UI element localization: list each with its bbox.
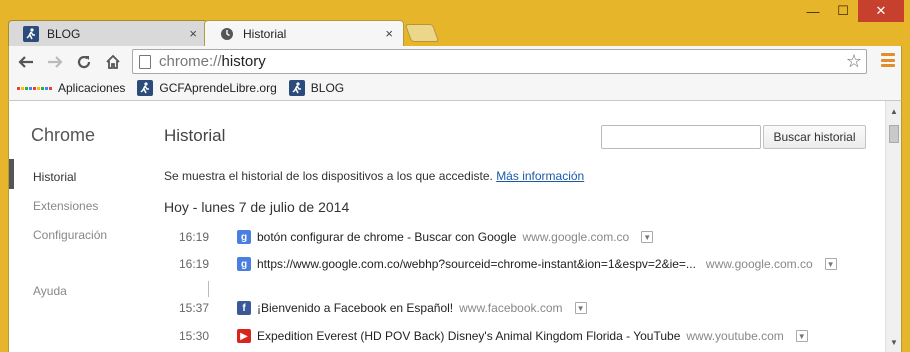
back-icon[interactable] bbox=[15, 51, 37, 73]
search-input[interactable] bbox=[601, 125, 761, 149]
tab-label: BLOG bbox=[47, 26, 81, 41]
google-icon: g bbox=[237, 230, 251, 244]
forward-icon[interactable] bbox=[44, 51, 66, 73]
entry-domain[interactable]: www.youtube.com bbox=[686, 329, 783, 343]
runner-icon bbox=[137, 80, 154, 96]
entry-domain[interactable]: www.google.com.co bbox=[706, 257, 813, 271]
bookmark-label: GCFAprendeLibre.org bbox=[159, 81, 277, 95]
page-content: Chrome Historial Extensiones Configuraci… bbox=[8, 101, 902, 352]
google-icon: g bbox=[237, 257, 251, 271]
apps-icon bbox=[17, 86, 52, 90]
page-title: Historial bbox=[164, 126, 226, 145]
menu-icon[interactable] bbox=[881, 53, 895, 67]
maximize-button[interactable]: ☐ bbox=[828, 0, 858, 22]
bookmark-label: BLOG bbox=[310, 81, 345, 95]
home-icon[interactable] bbox=[102, 51, 124, 73]
entry-time: 16:19 bbox=[178, 257, 209, 271]
scroll-down-icon[interactable]: ▼ bbox=[886, 334, 901, 350]
history-entry[interactable]: 16:19 g https://www.google.com.co/webhp?… bbox=[164, 255, 884, 273]
sidebar-brand: Chrome bbox=[31, 125, 96, 145]
entry-title[interactable]: Expedition Everest (HD POV Back) Disney'… bbox=[257, 329, 680, 343]
search-history-button[interactable]: Buscar historial bbox=[763, 125, 866, 149]
chevron-down-icon[interactable]: ▼ bbox=[795, 330, 808, 342]
selected-marker bbox=[9, 159, 14, 189]
bookmark-blog[interactable]: BLOG bbox=[288, 80, 345, 96]
address-bar[interactable]: chrome://history ☆ bbox=[132, 49, 867, 74]
minimize-button[interactable]: — bbox=[798, 0, 828, 22]
sidebar: Chrome Historial Extensiones Configuraci… bbox=[9, 101, 149, 352]
tab-close-icon[interactable]: × bbox=[385, 26, 393, 41]
tab-historial[interactable]: Historial × bbox=[204, 20, 404, 46]
info-message: Se muestra el historial de los dispositi… bbox=[164, 169, 493, 183]
facebook-icon: f bbox=[237, 301, 251, 315]
entry-title[interactable]: https://www.google.com.co/webhp?sourceid… bbox=[257, 257, 696, 271]
runner-icon bbox=[288, 80, 305, 96]
chevron-down-icon[interactable]: ▼ bbox=[824, 258, 837, 270]
close-window-button[interactable]: ✕ bbox=[858, 0, 904, 22]
chevron-down-icon[interactable]: ▼ bbox=[641, 231, 654, 243]
entry-domain[interactable]: www.facebook.com bbox=[459, 301, 562, 315]
entry-time: 16:19 bbox=[178, 230, 209, 244]
history-entry[interactable]: 16:19 g botón configurar de chrome - Bus… bbox=[164, 228, 884, 246]
info-text: Se muestra el historial de los dispositi… bbox=[164, 169, 584, 183]
clock-icon bbox=[219, 26, 235, 42]
entry-time: 15:30 bbox=[178, 329, 209, 343]
tab-strip: BLOG × Historial × bbox=[8, 20, 608, 46]
bookmark-aplicaciones[interactable]: Aplicaciones bbox=[17, 81, 125, 95]
sidebar-item-ayuda[interactable]: Ayuda bbox=[33, 284, 67, 298]
page-icon bbox=[139, 54, 151, 69]
youtube-icon: ▶ bbox=[237, 329, 251, 343]
history-entry[interactable]: 15:37 f ¡Bienvenido a Facebook en Españo… bbox=[164, 299, 884, 317]
runner-icon bbox=[23, 25, 39, 42]
url-host: history bbox=[221, 53, 266, 70]
sidebar-item-extensiones[interactable]: Extensiones bbox=[33, 199, 98, 213]
bookmarks-bar: Aplicaciones GCFAprendeLibre.org BLOG bbox=[8, 76, 902, 101]
tab-close-icon[interactable]: × bbox=[189, 26, 197, 41]
star-icon[interactable]: ☆ bbox=[846, 51, 862, 72]
day-header: Hoy - lunes 7 de julio de 2014 bbox=[164, 199, 350, 215]
entry-time: 15:37 bbox=[178, 301, 209, 315]
bookmark-gcfaprendelibre[interactable]: GCFAprendeLibre.org bbox=[137, 80, 277, 96]
scrollbar[interactable]: ▲ ▼ bbox=[885, 101, 901, 352]
url-scheme: chrome:// bbox=[159, 53, 222, 70]
history-main: Historial Buscar historial Se muestra el… bbox=[164, 101, 884, 352]
new-tab-button[interactable] bbox=[404, 24, 440, 42]
history-entry[interactable]: 15:30 ▶ Expedition Everest (HD POV Back)… bbox=[164, 327, 884, 345]
window-controls: — ☐ ✕ bbox=[798, 0, 904, 22]
scroll-thumb[interactable] bbox=[889, 125, 899, 143]
sidebar-item-historial[interactable]: Historial bbox=[33, 170, 76, 184]
entry-title[interactable]: ¡Bienvenido a Facebook en Español! bbox=[257, 301, 453, 315]
chevron-down-icon[interactable]: ▼ bbox=[574, 302, 587, 314]
more-info-link[interactable]: Más información bbox=[496, 169, 584, 183]
reload-icon[interactable] bbox=[73, 51, 95, 73]
bookmark-label: Aplicaciones bbox=[58, 81, 126, 95]
entry-title[interactable]: botón configurar de chrome - Buscar con … bbox=[257, 230, 516, 244]
tab-label: Historial bbox=[243, 26, 287, 41]
tab-blog[interactable]: BLOG × bbox=[8, 20, 208, 46]
toolbar: chrome://history ☆ bbox=[8, 46, 902, 76]
scroll-up-icon[interactable]: ▲ bbox=[886, 103, 901, 119]
entry-domain[interactable]: www.google.com.co bbox=[522, 230, 629, 244]
sidebar-item-configuracion[interactable]: Configuración bbox=[33, 228, 107, 242]
